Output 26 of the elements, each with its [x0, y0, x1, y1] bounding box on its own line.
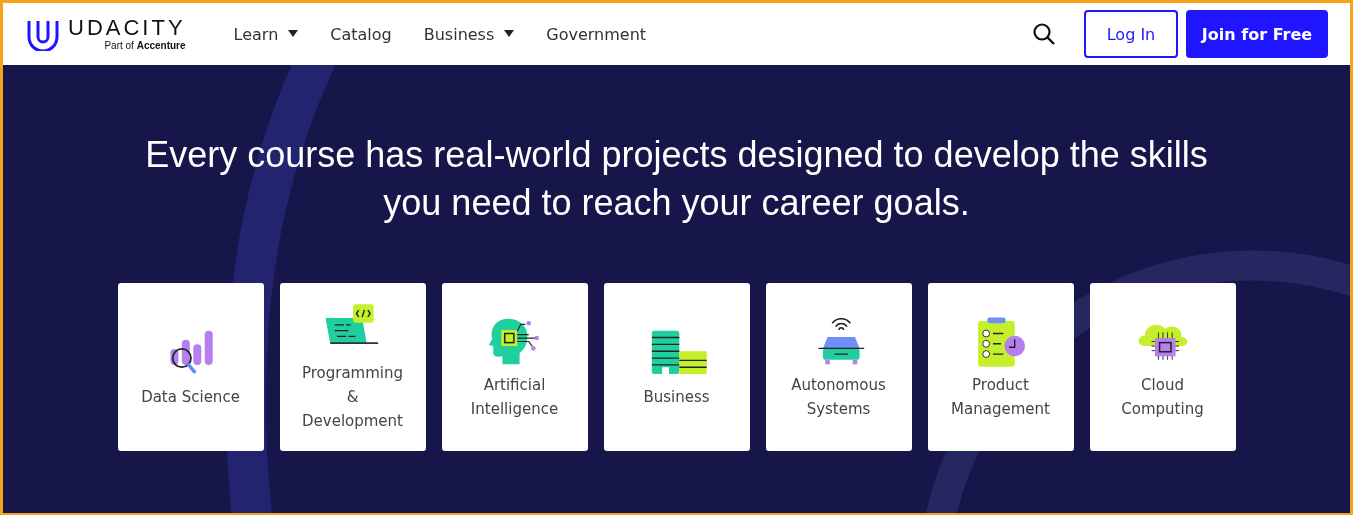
- nav-link[interactable]: Business: [423, 24, 515, 44]
- category-label: Artificial Intelligence: [469, 374, 560, 420]
- caret-icon: [288, 30, 299, 38]
- nav-link[interactable]: Learn: [233, 24, 299, 44]
- logo-wordmark[interactable]: UDACITY: [68, 16, 186, 40]
- category-card[interactable]: Programming & Development: [279, 283, 426, 451]
- category-label: Business: [642, 386, 711, 408]
- category-label: Data Science: [140, 386, 241, 408]
- category-label: Autonomous Systems: [790, 374, 887, 420]
- category-card[interactable]: Business: [603, 283, 750, 451]
- logo-tagline: Part of Accenture: [104, 40, 186, 52]
- category-card[interactable]: Product Management: [927, 283, 1074, 451]
- category-card[interactable]: Data Science: [117, 283, 264, 451]
- login-button[interactable]: Log In: [1084, 10, 1178, 58]
- caret-icon: [504, 30, 515, 38]
- category-label: Cloud Computing: [1120, 374, 1205, 420]
- category-card[interactable]: Autonomous Systems: [765, 283, 912, 451]
- category-label: Programming & Development: [300, 362, 405, 432]
- nav-link[interactable]: Catalog: [330, 24, 392, 44]
- search-icon[interactable]: [1032, 22, 1056, 46]
- nav-link[interactable]: Government: [546, 24, 647, 44]
- join-button[interactable]: Join for Free: [1186, 10, 1328, 58]
- hero-heading: Every course has real-world projects designed to develop the skills you need to reach your career goals.: [144, 133, 1209, 225]
- category-card[interactable]: Artificial Intelligence: [441, 283, 588, 451]
- category-card[interactable]: Cloud Computing: [1089, 283, 1236, 451]
- category-label: Product Management: [950, 374, 1051, 420]
